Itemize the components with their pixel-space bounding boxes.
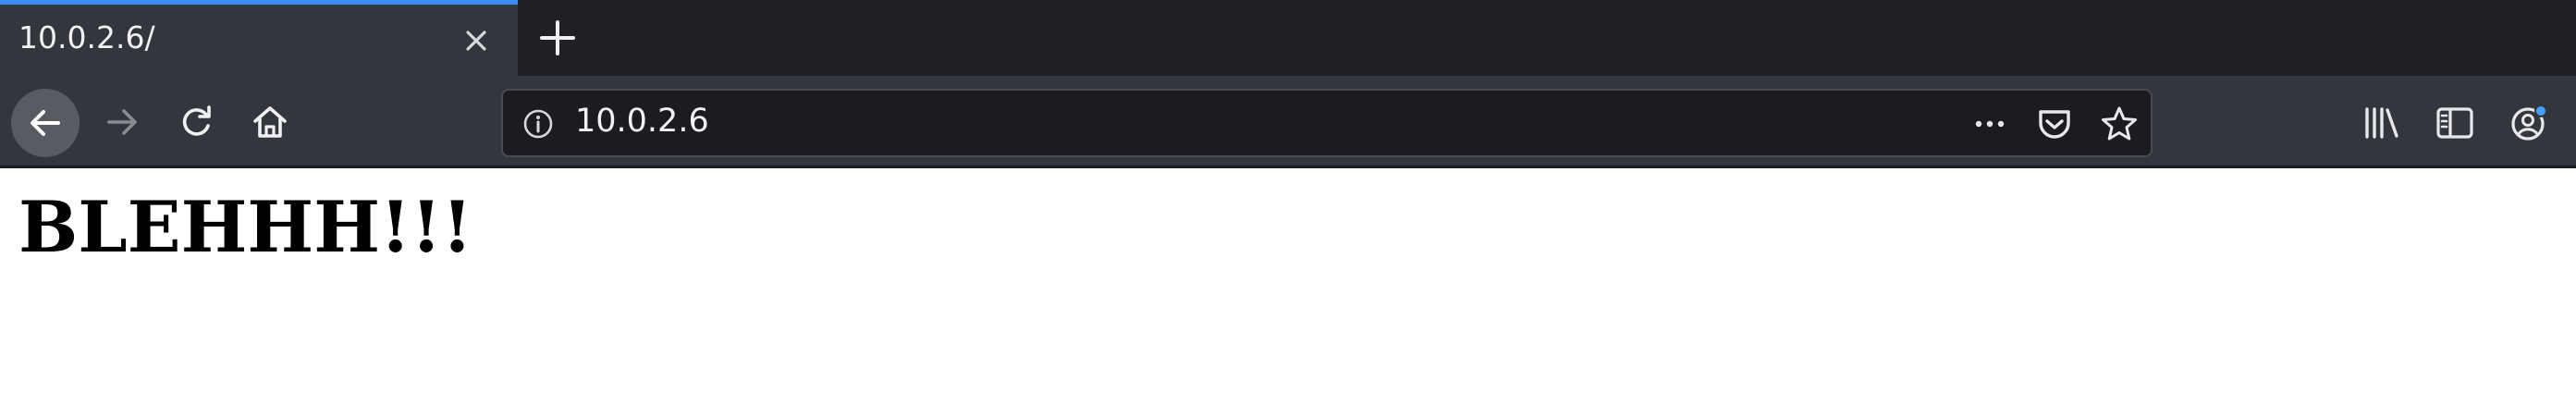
account-button[interactable] — [2506, 100, 2552, 146]
page-heading: BLEHHH!!! — [18, 186, 473, 268]
pocket-icon[interactable] — [2034, 104, 2075, 144]
plus-icon[interactable] — [536, 17, 579, 59]
forward-button[interactable] — [92, 92, 152, 152]
arrow-left-icon — [25, 103, 66, 143]
sidebar-icon — [2434, 102, 2476, 144]
arrow-right-icon — [102, 102, 142, 142]
tab-strip: 10.0.2.6/ — [0, 0, 2576, 76]
tab-active[interactable]: 10.0.2.6/ — [0, 0, 518, 76]
library-icon — [2360, 102, 2402, 144]
page-content: BLEHHH!!! — [0, 168, 2576, 405]
tab-title: 10.0.2.6/ — [18, 19, 155, 55]
info-icon[interactable] — [521, 107, 555, 141]
url-text[interactable]: 10.0.2.6 — [575, 103, 709, 140]
reload-icon — [176, 102, 216, 142]
sidebar-button[interactable] — [2432, 100, 2478, 146]
back-button[interactable] — [11, 89, 80, 157]
library-button[interactable] — [2358, 100, 2404, 146]
account-icon — [2506, 100, 2552, 146]
reload-button[interactable] — [166, 92, 226, 152]
home-icon — [250, 102, 290, 142]
ellipsis-icon[interactable] — [1969, 104, 2010, 144]
close-icon[interactable] — [460, 25, 492, 56]
home-button[interactable] — [240, 92, 300, 152]
url-bar[interactable]: 10.0.2.6 — [501, 89, 2153, 157]
star-icon[interactable] — [2099, 104, 2140, 144]
